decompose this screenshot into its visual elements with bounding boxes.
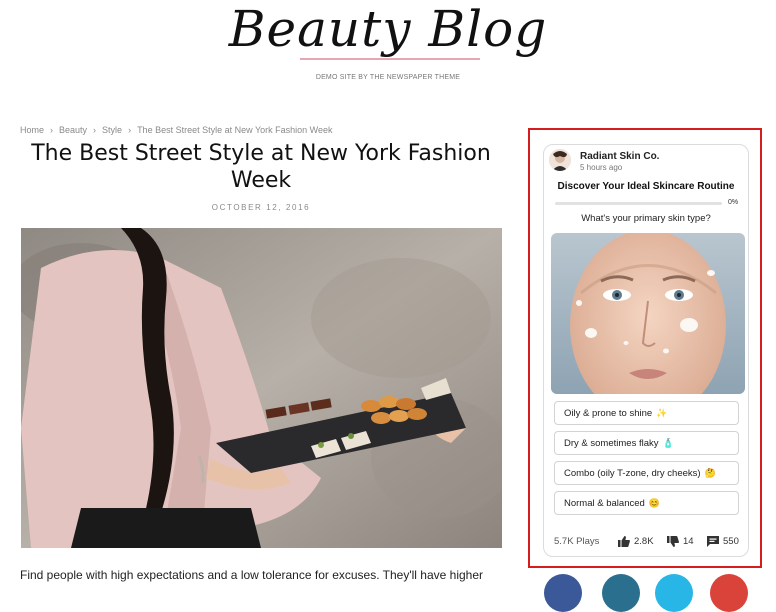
post-title: The Best Street Style at New York Fashio…	[31, 141, 491, 193]
site-header: Beauty Blog DEMO SITE BY THE NEWSPAPER T…	[0, 0, 776, 100]
logo-underline	[300, 58, 480, 60]
quiz-option-combo[interactable]: Combo (oily T-zone, dry cheeks) 🤔	[554, 461, 739, 485]
option-label: Combo (oily T-zone, dry cheeks)	[564, 468, 701, 479]
progress-bar	[555, 202, 722, 205]
quiz-stats: 5.7K Plays 2.8K 14 550	[554, 536, 744, 550]
thinking-face-icon: 🤔	[704, 468, 716, 478]
breadcrumb-separator: ›	[128, 125, 132, 135]
dislikes-count: 14	[683, 536, 694, 547]
smiling-face-icon: 😊	[648, 498, 661, 508]
thumbs-up-icon	[618, 536, 630, 547]
quiz-option-dry[interactable]: Dry & sometimes flaky 🧴	[554, 431, 739, 455]
quiz-question: What's your primary skin type?	[581, 213, 711, 224]
comment-button[interactable]: 550	[707, 536, 739, 547]
breadcrumb-current[interactable]: The Best Street Style at New York Fashio…	[137, 125, 332, 135]
brand-avatar[interactable]	[549, 149, 571, 171]
thumbs-down-icon	[667, 536, 679, 547]
breadcrumb-home[interactable]: Home	[20, 125, 44, 135]
quiz-image	[551, 233, 745, 394]
site-logo[interactable]: Beauty Blog	[0, 0, 776, 60]
plays-count: 5.7K Plays	[554, 536, 600, 547]
like-button[interactable]: 2.8K	[618, 536, 654, 547]
facebook-share-icon[interactable]	[544, 574, 582, 612]
dislike-button[interactable]: 14	[667, 536, 694, 547]
twitter-share-icon[interactable]	[655, 574, 693, 612]
quiz-option-oily[interactable]: Oily & prone to shine ✨	[554, 401, 739, 425]
option-label: Dry & sometimes flaky	[564, 438, 659, 449]
breadcrumb-separator: ›	[93, 125, 97, 135]
breadcrumb-separator: ›	[50, 125, 54, 135]
quiz-title: Discover Your Ideal Skincare Routine	[557, 181, 735, 192]
post-date: OCTOBER 12, 2016	[211, 203, 311, 212]
linkedin-share-icon[interactable]	[602, 574, 640, 612]
comment-icon	[707, 536, 719, 547]
progress-label: 0%	[728, 199, 739, 206]
featured-image	[21, 228, 502, 548]
sparkles-icon: ✨	[656, 408, 668, 418]
post-time: 5 hours ago	[580, 163, 623, 172]
brand-name[interactable]: Radiant Skin Co.	[580, 151, 659, 162]
post-body: Find people with high expectations and a…	[20, 568, 484, 582]
quiz-option-normal[interactable]: Normal & balanced 😊	[554, 491, 739, 515]
option-label: Normal & balanced	[564, 498, 645, 509]
quiz-widget: Radiant Skin Co. 5 hours ago Discover Yo…	[543, 144, 749, 557]
breadcrumb: Home › Beauty › Style › The Best Street Style …	[20, 125, 333, 135]
share-buttons	[540, 574, 776, 612]
site-tagline: DEMO SITE BY THE NEWSPAPER THEME	[315, 74, 461, 81]
likes-count: 2.8K	[634, 536, 654, 547]
breadcrumb-style[interactable]: Style	[102, 125, 122, 135]
comments-count: 550	[723, 536, 739, 547]
pinterest-share-icon[interactable]	[710, 574, 748, 612]
option-label: Oily & prone to shine	[564, 408, 653, 419]
breadcrumb-beauty[interactable]: Beauty	[59, 125, 87, 135]
lotion-bottle-icon: 🧴	[662, 438, 674, 448]
